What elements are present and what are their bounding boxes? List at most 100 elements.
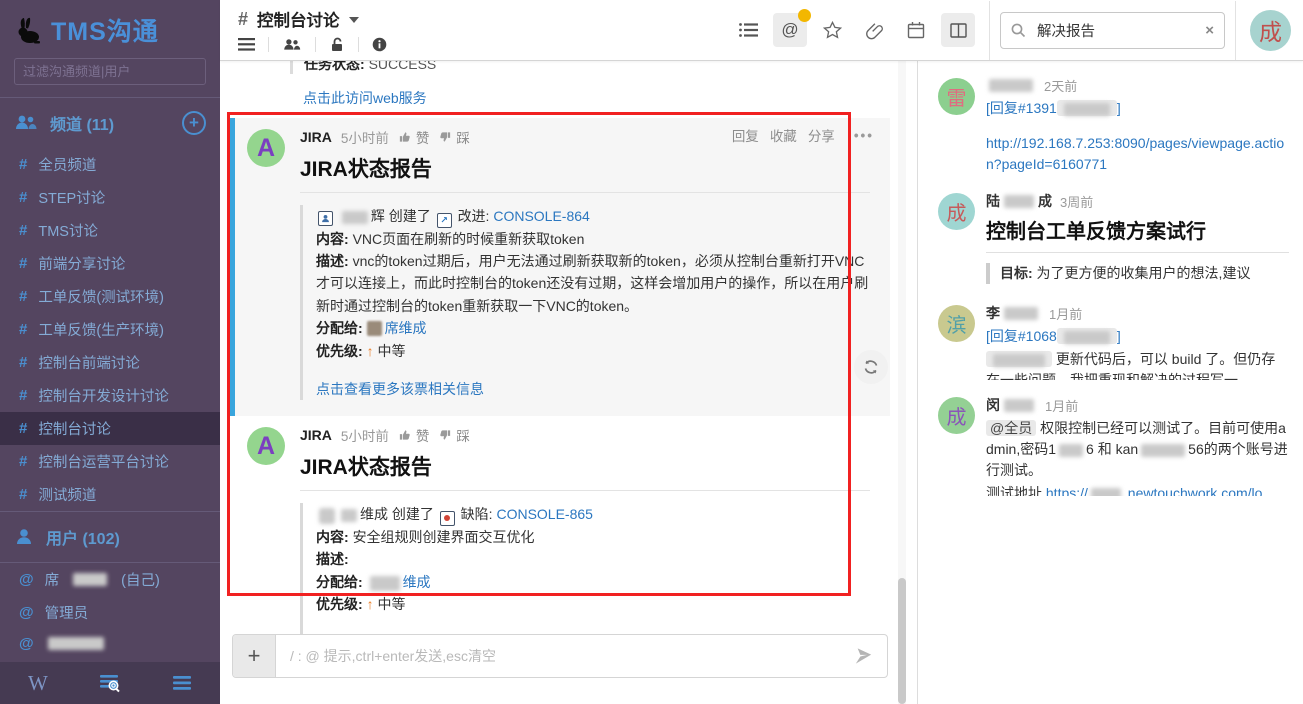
calendar-icon[interactable] bbox=[899, 13, 933, 47]
menu-icon[interactable] bbox=[172, 675, 192, 691]
channels-header: 频道 (11) + bbox=[0, 98, 220, 148]
sidebar-item-测试频道[interactable]: #测试频道 bbox=[0, 478, 220, 511]
jira-bot-avatar: A bbox=[247, 129, 285, 167]
sidebar: TMS沟通 频道 (11) + #全员频道#STEP讨论#TMS讨论#前端分享讨… bbox=[0, 0, 220, 704]
message-input[interactable] bbox=[276, 635, 840, 677]
refresh-button[interactable] bbox=[854, 350, 888, 384]
like-button[interactable]: 赞 bbox=[398, 425, 430, 445]
sidebar-item-控制台前端讨论[interactable]: #控制台前端讨论 bbox=[0, 346, 220, 379]
link[interactable]: [回复#1391 bbox=[986, 100, 1057, 116]
channel-label: 控制台运营平台讨论 bbox=[38, 451, 169, 472]
assignee-avatar bbox=[367, 321, 382, 336]
sidebar-item-控制台讨论[interactable]: #控制台讨论 bbox=[0, 412, 220, 445]
app-title: TMS沟通 bbox=[51, 12, 159, 48]
user-avatar[interactable]: 成 bbox=[1250, 10, 1291, 51]
paperclip-icon[interactable] bbox=[857, 13, 891, 47]
link[interactable]: http://192.168.7.253:8090/pages/viewpage… bbox=[986, 135, 1284, 172]
mentions-icon[interactable]: @ bbox=[773, 13, 807, 47]
redacted-text bbox=[48, 637, 104, 650]
search-result-message[interactable]: 成陆成3周前控制台工单反馈方案试行目标: 为了更方便的收集用户的想法,建议 bbox=[938, 191, 1289, 288]
info-icon[interactable] bbox=[372, 37, 387, 52]
search-result-message[interactable]: 雷2天前[回复#1391]http://192.168.7.253:8090/p… bbox=[938, 76, 1289, 176]
channel-menu-icon[interactable] bbox=[238, 38, 255, 51]
user-item[interactable]: @ bbox=[0, 629, 220, 658]
more-info-link[interactable]: 点击查看更多该票相关信息 bbox=[316, 381, 484, 397]
sidebar-item-控制台运营平台讨论[interactable]: #控制台运营平台讨论 bbox=[0, 445, 220, 478]
text: 成 bbox=[1038, 191, 1052, 211]
unlock-icon[interactable] bbox=[329, 37, 345, 52]
clear-search-icon[interactable]: × bbox=[1205, 22, 1214, 39]
sidebar-item-工单反馈(生产环境)[interactable]: #工单反馈(生产环境) bbox=[0, 313, 220, 346]
message-author: JIRA bbox=[300, 129, 332, 145]
channel-label: TMS讨论 bbox=[38, 220, 98, 241]
channel-label: 控制台前端讨论 bbox=[38, 352, 140, 373]
sender-name: 陆成 bbox=[986, 191, 1052, 211]
dislike-button[interactable]: 踩 bbox=[438, 127, 470, 147]
jira-message-1[interactable]: 回复 收藏 分享 ••• A JIRA 5小时前 赞 踩 bbox=[230, 118, 890, 416]
scrollbar-thumb[interactable] bbox=[898, 578, 906, 704]
send-icon[interactable] bbox=[840, 635, 887, 677]
message-line: http://192.168.7.253:8090/pages/viewpage… bbox=[986, 133, 1289, 175]
more-options-icon[interactable]: ••• bbox=[854, 128, 874, 143]
redacted-name bbox=[341, 509, 357, 522]
user-item[interactable]: @席 (自己) bbox=[0, 563, 220, 596]
text: 6 和 kan bbox=[1086, 441, 1138, 457]
favorite-button[interactable]: 收藏 bbox=[770, 125, 797, 145]
sidebar-item-全员频道[interactable]: #全员频道 bbox=[0, 148, 220, 181]
hash-icon: # bbox=[19, 288, 27, 305]
wiki-icon[interactable]: W bbox=[28, 671, 48, 696]
content-label: 内容: bbox=[316, 231, 349, 247]
dislike-button[interactable]: 踩 bbox=[438, 425, 470, 445]
user-item[interactable]: @管理员 bbox=[0, 596, 220, 629]
sender-name: 李 bbox=[986, 303, 1041, 323]
log-search-icon[interactable] bbox=[98, 672, 122, 694]
sidebar-item-前端分享讨论[interactable]: #前端分享讨论 bbox=[0, 247, 220, 280]
add-channel-button[interactable]: + bbox=[182, 111, 206, 135]
split-view-icon[interactable] bbox=[941, 13, 975, 47]
like-button[interactable]: 赞 bbox=[398, 127, 430, 147]
app-logo: TMS沟通 bbox=[0, 0, 220, 54]
sidebar-item-TMS讨论[interactable]: #TMS讨论 bbox=[0, 214, 220, 247]
star-icon[interactable] bbox=[815, 13, 849, 47]
chevron-down-icon[interactable] bbox=[349, 17, 359, 23]
mention-chip[interactable]: @全员 bbox=[986, 420, 1036, 436]
message-body: 陆成3周前控制台工单反馈方案试行目标: 为了更方便的收集用户的想法,建议 bbox=[986, 191, 1289, 288]
pinned-list-icon[interactable] bbox=[731, 13, 765, 47]
link[interactable]: .newtouchwork.com/lo bbox=[1124, 485, 1263, 496]
channel-label: 测试频道 bbox=[38, 484, 96, 505]
share-button[interactable]: 分享 bbox=[808, 125, 835, 145]
name-line: 2天前 bbox=[986, 76, 1289, 95]
hash-icon: # bbox=[19, 420, 27, 437]
attach-plus-button[interactable]: + bbox=[233, 635, 276, 677]
search-results-list: 雷2天前[回复#1391]http://192.168.7.253:8090/p… bbox=[918, 60, 1303, 516]
sender-name: 闵 bbox=[986, 395, 1037, 415]
sidebar-filter-input[interactable] bbox=[14, 58, 206, 85]
reply-button[interactable]: 回复 bbox=[732, 125, 759, 145]
ticket-link[interactable]: CONSOLE-864 bbox=[493, 208, 589, 224]
issue-type-label: 改进: bbox=[458, 208, 490, 224]
sidebar-item-控制台开发设计讨论[interactable]: #控制台开发设计讨论 bbox=[0, 379, 220, 412]
assignee-link[interactable]: 席维成 bbox=[385, 320, 427, 336]
hash-icon: # bbox=[19, 189, 27, 206]
channel-title[interactable]: 控制台讨论 bbox=[257, 7, 340, 31]
link[interactable]: ] bbox=[1117, 328, 1121, 344]
link[interactable]: [回复#1068 bbox=[986, 328, 1057, 344]
members-icon[interactable] bbox=[282, 38, 302, 52]
ticket-link[interactable]: CONSOLE-865 bbox=[496, 506, 592, 522]
link[interactable]: https:// bbox=[1046, 485, 1088, 496]
web-service-link[interactable]: 点击此访问web服务 bbox=[303, 90, 427, 106]
message-time: 2天前 bbox=[1044, 76, 1077, 95]
sender-name bbox=[986, 79, 1036, 92]
assignee-link[interactable]: 维成 bbox=[403, 574, 431, 590]
search-result-message[interactable]: 成闵1月前@全员 权限控制已经可以测试了。目前可使用admin,密码16 和 k… bbox=[938, 395, 1289, 496]
search-result-message[interactable]: 滨李1月前[回复#1068] 更新代码后，可以 build 了。但仍存在一些问题… bbox=[938, 303, 1289, 380]
sidebar-item-工单反馈(测试环境)[interactable]: # 工单反馈(测试环境) bbox=[0, 280, 220, 313]
desc-label: 描述: bbox=[316, 253, 349, 269]
redacted-text bbox=[1004, 307, 1038, 320]
jira-attachment: 维成 创建了 缺陷: CONSOLE-865 内容: 安全组规则创建界面交互优化… bbox=[300, 503, 870, 653]
link[interactable]: ] bbox=[1117, 100, 1121, 116]
search-input[interactable] bbox=[1035, 21, 1196, 39]
jira-message-2[interactable]: A JIRA 5小时前 赞 踩 JIRA状态报告 bbox=[230, 416, 890, 669]
sidebar-item-STEP讨论[interactable]: #STEP讨论 bbox=[0, 181, 220, 214]
channel-label: 工单反馈(测试环境) bbox=[38, 286, 164, 307]
